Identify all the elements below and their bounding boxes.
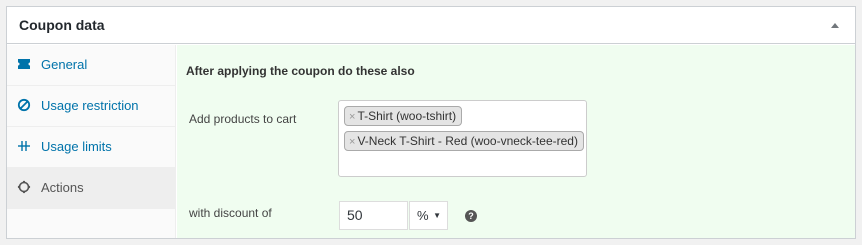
tab-general-label: General (41, 57, 88, 72)
product-chip: × T-Shirt (woo-tshirt) (344, 106, 463, 126)
discount-amount-input[interactable]: 50 (339, 201, 408, 230)
product-chip-label: V-Neck T-Shirt - Red (woo-vneck-tee-red) (357, 134, 578, 148)
collapse-toggle-icon[interactable] (831, 23, 839, 28)
discount-type-value: % (417, 208, 429, 223)
product-chip: × V-Neck T-Shirt - Red (woo-vneck-tee-red… (344, 131, 584, 151)
ticket-icon (18, 59, 30, 69)
block-icon (17, 98, 31, 112)
add-products-label: Add products to cart (189, 112, 297, 126)
tab-general[interactable]: General (7, 45, 176, 86)
panel-title: Coupon data (19, 17, 105, 33)
actions-panel: After applying the coupon do these also … (177, 45, 855, 238)
caret-down-icon: ▼ (433, 211, 441, 220)
tab-usage-restriction-label: Usage restriction (41, 98, 139, 113)
gear-icon (17, 180, 31, 194)
panel-header[interactable]: Coupon data (7, 7, 855, 44)
tab-actions[interactable]: Actions (7, 168, 176, 209)
coupon-tabs: General Usage restriction Usage limits A… (7, 45, 176, 238)
tab-usage-limits[interactable]: Usage limits (7, 127, 176, 168)
tab-usage-limits-label: Usage limits (41, 139, 112, 154)
remove-chip-icon[interactable]: × (349, 136, 355, 148)
tab-usage-restriction[interactable]: Usage restriction (7, 86, 176, 127)
tab-actions-label: Actions (41, 180, 84, 195)
product-chip-label: T-Shirt (woo-tshirt) (357, 109, 457, 123)
help-icon[interactable]: ? (465, 210, 477, 222)
coupon-data-panel: Coupon data General Usage restriction Us… (6, 6, 856, 239)
add-products-select[interactable]: × T-Shirt (woo-tshirt) × V-Neck T-Shirt - … (338, 100, 587, 177)
remove-chip-icon[interactable]: × (349, 111, 355, 123)
section-title: After applying the coupon do these also (186, 64, 415, 78)
limits-icon (18, 141, 30, 151)
discount-label: with discount of (189, 206, 272, 220)
discount-type-select[interactable]: % ▼ (409, 201, 448, 230)
